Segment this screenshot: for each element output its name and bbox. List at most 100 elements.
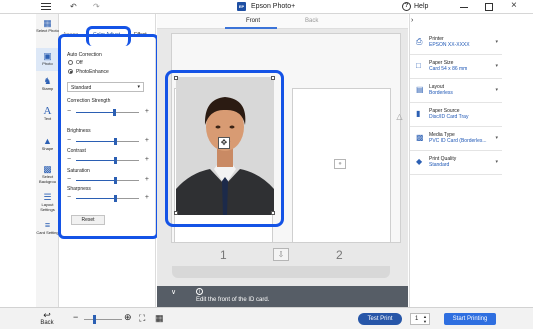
minus-icon[interactable]: −	[67, 156, 71, 163]
bottom-bar: ↩ Back − ⊕ ⛶ ▦ Test Print 1 ▲ ▼ Start Pri…	[0, 307, 533, 329]
collapse-chevron-icon[interactable]: ∨	[171, 288, 176, 296]
setting-paper-source[interactable]: ▮ Paper Source Disc/ID Card Tray	[410, 103, 502, 127]
fit-to-window-icon[interactable]: ⛶	[139, 313, 145, 324]
minus-icon[interactable]: −	[67, 176, 71, 183]
undo-icon[interactable]: ↶	[70, 2, 77, 11]
tool-select-backgrounds[interactable]: ▩ Select Backgrou	[36, 164, 59, 184]
radio-off[interactable]	[68, 60, 73, 65]
slider-thumb[interactable]	[114, 195, 118, 202]
plus-icon[interactable]: +	[145, 156, 149, 163]
zoom-slider-thumb[interactable]	[92, 315, 96, 324]
select-photo-icon: ▦	[43, 18, 52, 28]
setting-print-quality[interactable]: ◆ Print Quality Standard ▾	[410, 151, 502, 175]
plus-icon[interactable]: +	[145, 176, 149, 183]
copies-stepper[interactable]: 1 ▲ ▼	[410, 313, 430, 325]
slider-thumb[interactable]	[114, 177, 118, 184]
tool-layout-settings[interactable]: ☰ Layout Settings	[36, 192, 59, 212]
side-switcher: Front Back	[157, 14, 408, 29]
select-backgrounds-icon: ▩	[43, 164, 52, 174]
start-printing-button[interactable]: Start Printing	[444, 313, 496, 325]
slider-label: Sharpness	[67, 186, 91, 192]
plus-icon[interactable]: +	[145, 194, 149, 201]
tab-effect[interactable]: Effect	[134, 32, 147, 38]
paper-size-icon: □	[416, 61, 421, 70]
back-button[interactable]: ↩ Back	[37, 311, 57, 327]
test-print-button[interactable]: Test Print	[358, 313, 402, 325]
sharpness-slider[interactable]: − +	[67, 194, 149, 202]
info-strip: ∨ i Edit the front of the ID card.	[157, 286, 408, 307]
print-quality-icon: ◆	[416, 157, 423, 166]
radio-photoenhance[interactable]	[68, 69, 73, 74]
resize-handle[interactable]	[174, 76, 178, 80]
zoom-out-icon[interactable]: −	[73, 312, 78, 322]
tab-color-adjust[interactable]: Color Adjust	[93, 32, 120, 38]
slider-thumb[interactable]	[114, 138, 118, 145]
tool-label: Card Setting	[36, 230, 59, 235]
setting-layout[interactable]: ▤ Layout Borderless ▾	[410, 79, 502, 103]
setting-value: Disc/ID Card Tray	[429, 114, 469, 120]
minus-icon[interactable]: −	[67, 108, 71, 115]
tool-photo[interactable]: ▣ Photo	[36, 48, 59, 71]
tool-stamp[interactable]: ♞ Stamp	[36, 76, 59, 92]
chevron-down-icon: ▾	[495, 135, 498, 141]
reset-button[interactable]: Reset	[71, 215, 105, 225]
window-margin	[502, 14, 533, 307]
tab-front[interactable]: Front	[246, 18, 260, 24]
scroll-right-icon[interactable]: △	[393, 112, 406, 121]
active-tab-indicator	[225, 27, 277, 29]
swap-sides-icon[interactable]: ⇩	[273, 248, 289, 261]
tool-select-photo[interactable]: ▦ Select Photo	[36, 18, 59, 34]
tool-text[interactable]: A Text	[36, 106, 59, 122]
enhance-mode-select[interactable]: Standard ▾	[67, 82, 144, 92]
photo-icon: ▣	[43, 51, 52, 61]
chevron-down-icon: ▾	[495, 87, 498, 93]
minus-icon[interactable]: −	[67, 137, 71, 144]
resize-handle[interactable]	[271, 76, 275, 80]
zoom-slider[interactable]	[84, 319, 122, 320]
help-icon[interactable]: ?	[402, 2, 411, 11]
tab-back[interactable]: Back	[305, 18, 318, 24]
stepper-arrows-icon[interactable]: ▲ ▼	[423, 314, 427, 324]
brightness-slider[interactable]: − +	[67, 137, 149, 145]
image-placeholder-icon: ●	[334, 159, 346, 169]
correction-strength-slider[interactable]: − +	[67, 108, 149, 116]
collapse-panel-icon[interactable]: ›	[411, 17, 413, 24]
page-number-front: 1	[220, 248, 227, 262]
page-number-back: 2	[336, 248, 343, 262]
setting-value: Borderless	[429, 90, 453, 96]
resize-handle[interactable]	[271, 211, 275, 215]
redo-icon[interactable]: ↷	[93, 2, 100, 11]
move-cursor-icon[interactable]: ✥	[218, 137, 230, 149]
slider-thumb[interactable]	[114, 157, 118, 164]
hamburger-menu-icon[interactable]	[41, 3, 51, 11]
setting-paper-size[interactable]: □ Paper Size Card 54 x 86 mm ▾	[410, 55, 502, 79]
layout-icon: ▤	[416, 85, 424, 94]
contrast-slider[interactable]: − +	[67, 156, 149, 164]
tool-card-setting[interactable]: ≡ Card Setting	[36, 220, 59, 236]
saturation-slider[interactable]: − +	[67, 176, 149, 184]
tool-shape[interactable]: ▲ Shape	[36, 136, 59, 152]
setting-media-type[interactable]: ▩ Media Type PVC ID Card (Borderles... ▾	[410, 127, 502, 151]
card-settings-icon: ≡	[44, 220, 51, 230]
setting-printer[interactable]: ⎙ Printer EPSON XX-XXXX ▾	[410, 31, 502, 55]
resize-handle[interactable]	[174, 211, 178, 215]
info-icon: i	[196, 288, 203, 295]
slider-label: Brightness	[67, 128, 91, 134]
radio-off-label: Off	[76, 60, 83, 66]
maximize-icon[interactable]	[485, 3, 493, 11]
actual-size-icon[interactable]: ▦	[155, 313, 164, 324]
stamp-icon: ♞	[43, 76, 52, 86]
plus-icon[interactable]: +	[145, 137, 149, 144]
help-label[interactable]: Help	[414, 3, 428, 10]
zoom-in-icon[interactable]: ⊕	[124, 312, 132, 323]
setting-value: EPSON XX-XXXX	[429, 42, 470, 48]
slider-label: Contrast	[67, 148, 86, 154]
tab-arrange[interactable]: Arrang	[63, 32, 78, 38]
chevron-down-icon: ▾	[495, 39, 498, 45]
close-icon[interactable]: ×	[511, 1, 517, 11]
slider-thumb[interactable]	[112, 109, 116, 116]
app-title: Epson Photo+	[251, 3, 296, 10]
plus-icon[interactable]: +	[145, 108, 149, 115]
minimize-icon[interactable]	[460, 7, 468, 8]
minus-icon[interactable]: −	[67, 194, 71, 201]
